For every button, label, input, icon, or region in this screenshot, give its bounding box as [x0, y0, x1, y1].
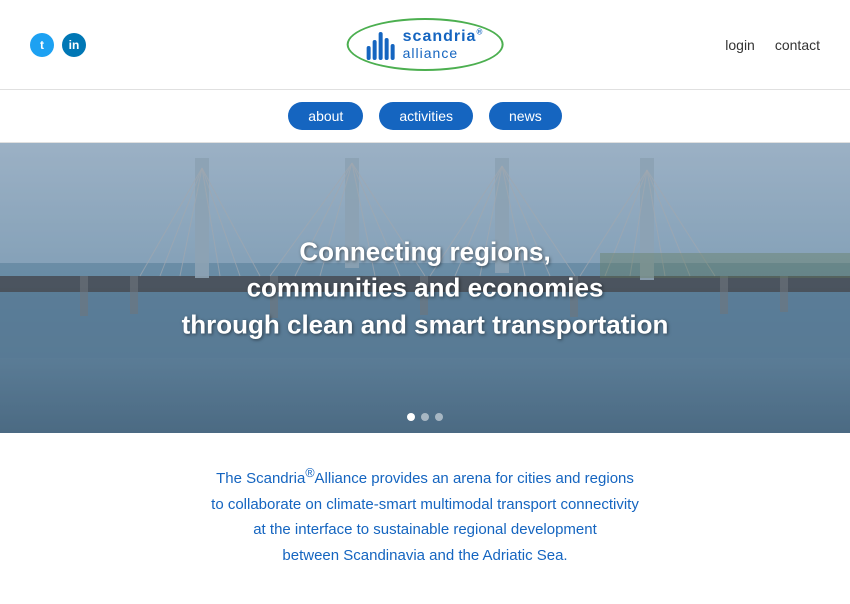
twitter-icon[interactable]: t [30, 33, 54, 57]
login-link[interactable]: login [725, 37, 755, 53]
nav-about-button[interactable]: about [288, 102, 363, 130]
main-nav: about activities news [0, 90, 850, 143]
hero-text-block: Connecting regions,communities and econo… [85, 233, 765, 342]
logo-top-text: scandria® [403, 28, 484, 46]
header-nav: login contact [725, 37, 820, 53]
dot-1[interactable] [407, 413, 415, 421]
linkedin-icon[interactable]: in [62, 33, 86, 57]
logo-bars-icon [367, 28, 395, 60]
logo-text: scandria® alliance [403, 28, 484, 61]
site-header: t in scandria® alliance login co [0, 0, 850, 90]
description-section: The Scandria®Alliance provides an arena … [0, 433, 850, 598]
nav-activities-button[interactable]: activities [379, 102, 473, 130]
hero-section: Connecting regions,communities and econo… [0, 143, 850, 433]
logo-container: scandria® alliance [347, 18, 504, 71]
description-text: The Scandria®Alliance provides an arena … [165, 463, 685, 568]
dot-2[interactable] [421, 413, 429, 421]
logo-bottom-text: alliance [403, 46, 484, 61]
nav-news-button[interactable]: news [489, 102, 562, 130]
carousel-dots [407, 413, 443, 421]
contact-link[interactable]: contact [775, 37, 820, 53]
logo[interactable]: scandria® alliance [347, 18, 504, 71]
hero-title: Connecting regions,communities and econo… [85, 233, 765, 342]
dot-3[interactable] [435, 413, 443, 421]
social-icons: t in [30, 33, 86, 57]
